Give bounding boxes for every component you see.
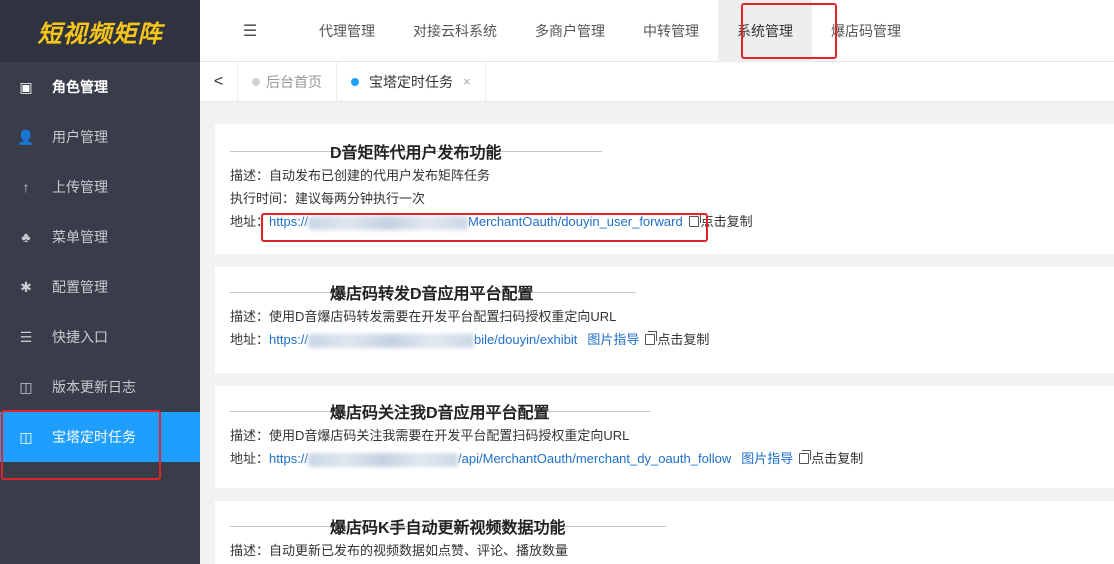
card-description: 描述：自动更新已发布的视频数据如点赞、评论、播放数量 (230, 543, 569, 558)
sidebar-item-label: 上传管理 (52, 179, 108, 195)
copy-icon (688, 213, 701, 227)
nav-item-relay-management[interactable]: 中转管理 (624, 0, 718, 62)
sidebar-item-role-management[interactable]: ▣ 角色管理 (0, 62, 200, 112)
card-description: 描述：自动发布已创建的代用户发布矩阵任务 (230, 168, 491, 183)
card-title: 爆店码关注我D音应用平台配置 (230, 398, 1099, 424)
card-title-text: 爆店码关注我D音应用平台配置 (330, 405, 550, 422)
task-url-link[interactable]: https:///api/MerchantOauth/merchant_dy_o… (269, 451, 731, 467)
card-title: 爆店码K手自动更新视频数据功能 (230, 513, 1099, 539)
tab-dot (351, 77, 359, 86)
sidebar-item-label: 版本更新日志 (52, 379, 136, 395)
sidebar: 短视频矩阵 ▣ 角色管理 👤 用户管理 ↑ 上传管理 ♣ 菜单管理 ✱ 配置管理… (0, 0, 200, 564)
tab-label: 宝塔定时任务 (369, 73, 453, 90)
redacted-text (308, 333, 475, 348)
copy-button[interactable]: 点击复制 (799, 450, 863, 466)
top-nav: ☰ 代理管理 对接云科系统 多商户管理 中转管理 系统管理 爆店码管理 (200, 0, 1114, 62)
close-icon[interactable]: × (463, 74, 471, 89)
main-content: D音矩阵代用户发布功能 描述：自动发布已创建的代用户发布矩阵任务 执行时间：建议… (200, 102, 1114, 564)
image-guide-link[interactable]: 图片指导 (587, 332, 639, 347)
columns-icon: ◫ (19, 428, 33, 445)
copy-icon (645, 331, 658, 345)
redacted-text (308, 215, 469, 230)
card-title-text: 爆店码转发D音应用平台配置 (330, 286, 534, 303)
task-card: 爆店码K手自动更新视频数据功能 描述：自动更新已发布的视频数据如点赞、评论、播放… (215, 501, 1114, 564)
sidebar-item-label: 配置管理 (52, 279, 108, 295)
card-exec-time: 执行时间：建议每两分钟执行一次 (230, 191, 426, 206)
sidebar-item-menu-management[interactable]: ♣ 菜单管理 (0, 212, 200, 262)
task-url-link[interactable]: https://bile/douyin/exhibit (269, 332, 577, 348)
sidebar-item-label: 菜单管理 (52, 229, 108, 245)
nav-item-agent-management[interactable]: 代理管理 (300, 0, 394, 62)
sidebar-item-label: 快捷入口 (52, 329, 108, 345)
user-icon: 👤 (17, 128, 35, 145)
upload-icon: ↑ (22, 179, 30, 195)
settings-icon: ✱ (20, 278, 32, 295)
nav-item-shop-code-management[interactable]: 爆店码管理 (812, 0, 920, 62)
nav-item-multi-merchant[interactable]: 多商户管理 (516, 0, 624, 62)
sidebar-item-label: 角色管理 (52, 79, 108, 95)
list-icon: ☰ (19, 328, 33, 345)
card-title: D音矩阵代用户发布功能 (230, 138, 1099, 164)
task-card: 爆店码关注我D音应用平台配置 描述：使用D音爆店码关注我需要在开发平台配置扫码授… (215, 386, 1114, 488)
redacted-text (308, 452, 459, 467)
card-title-text: 爆店码K手自动更新视频数据功能 (330, 520, 566, 537)
card-description: 描述：使用D音爆店码转发需要在开发平台配置扫码授权重定向URL (230, 309, 617, 324)
tab-home[interactable]: 后台首页 (238, 61, 337, 102)
nav-item-system-management[interactable]: 系统管理 (718, 0, 812, 62)
task-card: D音矩阵代用户发布功能 描述：自动发布已创建的代用户发布矩阵任务 执行时间：建议… (215, 124, 1114, 254)
page-tabs: < 后台首页 宝塔定时任务 × (200, 61, 1114, 102)
sidebar-item-user-management[interactable]: 👤 用户管理 (0, 112, 200, 162)
nav-item-yunke-integration[interactable]: 对接云科系统 (394, 0, 516, 62)
card-title-text: D音矩阵代用户发布功能 (330, 145, 502, 162)
image-guide-link[interactable]: 图片指导 (741, 451, 793, 466)
card-title: 爆店码转发D音应用平台配置 (230, 279, 1099, 305)
card-address: 地址：https://MerchantOauth/douyin_user_for… (230, 213, 753, 230)
copy-icon (799, 450, 812, 464)
tab-bt-cron-tasks[interactable]: 宝塔定时任务 × (337, 61, 486, 102)
id-card-icon: ▣ (19, 78, 33, 95)
tab-dot (252, 77, 260, 86)
sidebar-item-label: 宝塔定时任务 (52, 429, 136, 445)
app-logo: 短视频矩阵 (0, 0, 200, 62)
tab-label: 后台首页 (266, 73, 322, 90)
sidebar-item-quick-entry[interactable]: ☰ 快捷入口 (0, 312, 200, 362)
task-card: 爆店码转发D音应用平台配置 描述：使用D音爆店码转发需要在开发平台配置扫码授权重… (215, 267, 1114, 373)
sidebar-item-config-management[interactable]: ✱ 配置管理 (0, 262, 200, 312)
card-description: 描述：使用D音爆店码关注我需要在开发平台配置扫码授权重定向URL (230, 428, 630, 443)
chevron-left-icon[interactable]: < (200, 61, 238, 102)
copy-button[interactable]: 点击复制 (688, 213, 753, 229)
card-address: 地址：https://bile/douyin/exhibit 图片指导 点击复制 (230, 331, 710, 348)
sidebar-item-changelog[interactable]: ◫ 版本更新日志 (0, 362, 200, 412)
sidebar-item-upload-management[interactable]: ↑ 上传管理 (0, 162, 200, 212)
menu-toggle-icon[interactable]: ☰ (200, 21, 300, 41)
copy-button[interactable]: 点击复制 (645, 331, 709, 347)
task-url-link[interactable]: https://MerchantOauth/douyin_user_forwar… (269, 214, 683, 230)
sidebar-item-label: 用户管理 (52, 129, 108, 145)
card-address: 地址：https:///api/MerchantOauth/merchant_d… (230, 450, 864, 467)
tree-icon: ♣ (21, 229, 31, 245)
sidebar-item-bt-cron-tasks[interactable]: ◫ 宝塔定时任务 (0, 412, 200, 462)
columns-icon: ◫ (19, 378, 33, 395)
